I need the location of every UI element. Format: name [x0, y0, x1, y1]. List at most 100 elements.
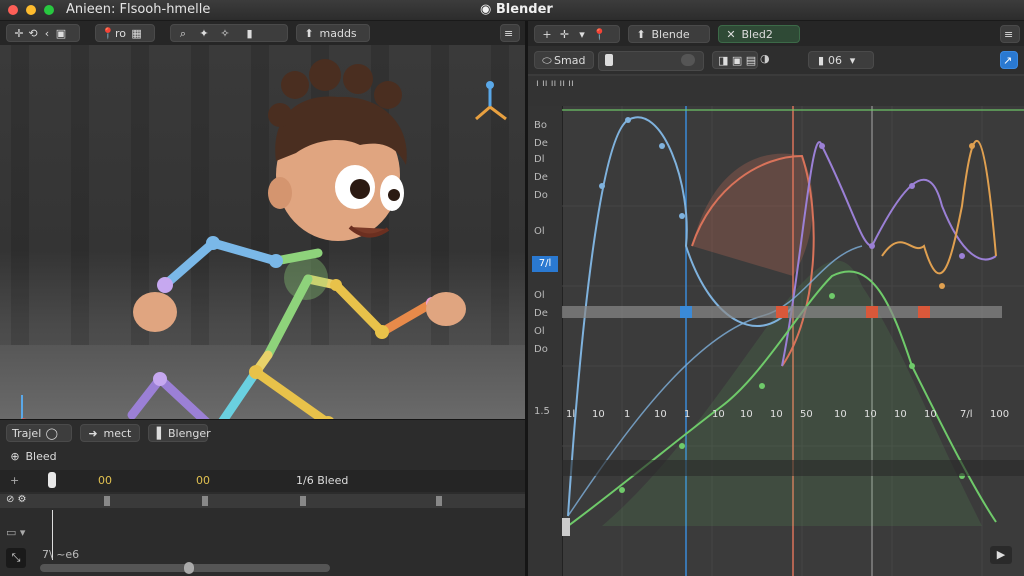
snap-icon: ⬭ [542, 54, 552, 67]
x-tick: 10 [834, 409, 847, 420]
frame-ruler[interactable]: + 00 00 1/6 Bleed [0, 470, 525, 492]
keyframe[interactable] [202, 496, 208, 506]
viewport-3d[interactable] [0, 45, 525, 419]
maximize-window-button[interactable] [44, 5, 54, 15]
bar-icon: ▌ [156, 427, 166, 440]
search-icon: ⌕ [179, 27, 187, 40]
channel-label[interactable]: Ol [534, 226, 545, 237]
minimize-window-button[interactable] [26, 5, 36, 15]
x-tick: 7/l [960, 409, 973, 420]
camera-icon: ▣ [55, 27, 67, 40]
plus-circle-icon: ⊕ [10, 450, 20, 463]
keyframe[interactable] [300, 496, 306, 506]
x-tick: 1 [624, 409, 631, 420]
graph-toolbar: ⬭ Smad ◨ ▣ ▤ ◑ ▮ 06 ▾ ↗ [528, 46, 1024, 74]
track-header[interactable]: ⊕ Bleed [8, 450, 56, 463]
keyframe-red[interactable] [776, 306, 788, 318]
keyframe[interactable] [104, 496, 110, 506]
keyframe-red[interactable] [866, 306, 878, 318]
graph-tab-1[interactable]: ⬆ Blende [628, 25, 710, 43]
graph-slider[interactable] [598, 51, 704, 71]
frame-marker: 1/6 Bleed [296, 474, 349, 487]
frame-field[interactable]: ▮ 06 ▾ [808, 51, 874, 69]
graph-editor-area[interactable]: ⬭ Smad ◨ ▣ ▤ ◑ ▮ 06 ▾ ↗ ı ıı ıı ıı ıı Bo D… [528, 46, 1024, 576]
scrollbar-thumb[interactable] [184, 562, 194, 574]
snap-button[interactable]: ⬭ Smad [534, 51, 594, 69]
channel-list: Bo De Dl De Do Ol 7/l Ol De Ol Do 1.5 [528, 106, 563, 576]
timeline-tab-3[interactable]: ▌ Blenger [148, 424, 211, 442]
transform-icon: ✛ [559, 28, 570, 41]
graph-editor-type-button[interactable]: + ✛ ▾ 📍 [534, 25, 620, 43]
x-tick: 10 [770, 409, 783, 420]
menu-icon[interactable]: ≡ [500, 24, 520, 42]
channel-label[interactable]: De [534, 138, 548, 149]
channel-label[interactable]: Bo [534, 120, 547, 131]
timeline-footer: 7\ ~e6 [42, 548, 80, 561]
x-tick: 10 [924, 409, 937, 420]
channel-label[interactable]: Ol [534, 290, 545, 301]
timeline-tab-1[interactable]: Trajel ◯ [6, 424, 72, 442]
frame-icon: ▮ [817, 54, 825, 67]
channel-label[interactable]: De [534, 172, 548, 183]
grid-icon: ▦ [131, 27, 142, 40]
keyframe-red[interactable] [918, 306, 930, 318]
channel-label[interactable]: De [534, 308, 548, 319]
fcurve-canvas[interactable] [562, 106, 1024, 576]
timeline-area: Trajel ◯ ➜ mect ▌ Blenger ⊕ Bleed + 00 00… [0, 419, 525, 576]
pin-icon: 📍 [592, 28, 607, 41]
axis-gizmo [20, 395, 27, 419]
window-title: Anieen: Flsooh-hmelle [66, 2, 211, 17]
x-tick: 10 [740, 409, 753, 420]
x-tick: 50 [800, 409, 813, 420]
x-tick: 100 [990, 409, 1010, 420]
arrow-icon: ➜ [88, 427, 98, 440]
keyframe[interactable] [436, 496, 442, 506]
editor-type-button[interactable]: ✛ ⟲ ‹ ▣ [6, 24, 80, 42]
mode-icon: ⬆ [304, 27, 314, 40]
transform-icon: ✛ [14, 27, 24, 40]
x-tick: 10 [894, 409, 907, 420]
slider-icon [681, 54, 695, 66]
curve-start-handle[interactable] [562, 518, 570, 536]
corner-widget-icon[interactable]: ⤡ [6, 548, 26, 568]
axis-corner: 1.5 [534, 406, 550, 417]
graph-header: + ✛ ▾ 📍 ⬆ Blende ✕ Bled2 ≡ [528, 21, 1024, 47]
circle-icon: ◯ [45, 427, 58, 440]
blender-logo-icon: ◉ [480, 2, 492, 17]
dope-strip-labels: ı ıı ıı ıı ıı [536, 78, 574, 89]
playhead[interactable] [48, 472, 56, 488]
right-hand [426, 292, 466, 326]
channel-label[interactable]: Do [534, 344, 548, 355]
gizmo-icon: ✦ [199, 27, 209, 40]
viewport-tools[interactable]: ⌕ ✦ ✧ ▮ [170, 24, 288, 42]
close-window-button[interactable] [8, 5, 18, 15]
play-icon[interactable]: ▶ [990, 546, 1012, 564]
active-channel[interactable]: 7/l [532, 256, 558, 272]
channel-label[interactable]: Do [534, 190, 548, 201]
graph-tab-2[interactable]: ✕ Bled2 [718, 25, 800, 43]
keyframe-row[interactable]: ⊘ ⚙ [0, 494, 525, 508]
horizontal-scrollbar[interactable] [40, 562, 330, 574]
channel-label[interactable]: Ol [534, 326, 545, 337]
plus-icon: + [542, 28, 552, 41]
dope-strip[interactable]: ı ıı ıı ıı ıı [528, 76, 1024, 106]
rotate-icon: ⟲ [28, 27, 38, 40]
graph-slider-thumb[interactable] [605, 54, 613, 66]
x-tick: 1l [566, 409, 576, 420]
tool-button[interactable]: 📍ro ▦ [95, 24, 155, 42]
add-icon: + [10, 474, 20, 487]
mode-button[interactable]: ⬆ madds [296, 24, 370, 42]
expand-icon[interactable]: ↗ [1000, 51, 1018, 69]
collapse-icon[interactable]: ▭ ▾ [6, 526, 25, 539]
x-tick: 10 [592, 409, 605, 420]
graph-menu-icon[interactable]: ≡ [1000, 25, 1020, 43]
keyframe-blue[interactable] [680, 306, 692, 318]
x-tick: 10 [712, 409, 725, 420]
character-head[interactable] [268, 59, 407, 241]
chevron-left-icon: ‹ [44, 27, 50, 40]
orange-curve[interactable] [881, 139, 997, 275]
timeline-tab-2[interactable]: ➜ mect [80, 424, 140, 442]
view-toggle-icon[interactable]: ◨ ▣ ▤ [712, 51, 758, 69]
channel-label[interactable]: Dl [534, 154, 544, 165]
handle-icon[interactable]: ◑ [760, 52, 770, 65]
